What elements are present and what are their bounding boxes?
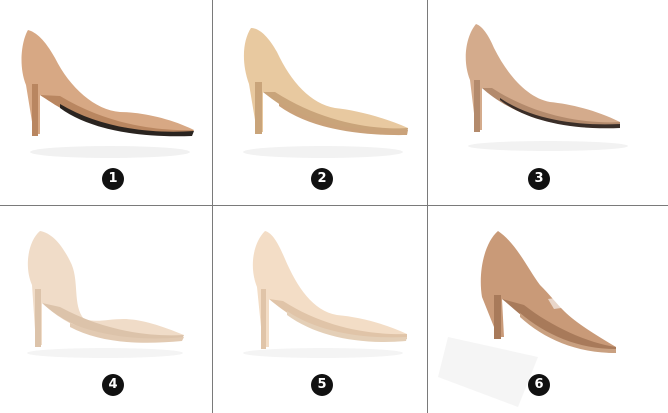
pump-heel-1	[32, 84, 38, 136]
shoe-card-2[interactable]: 2	[213, 0, 427, 205]
pump-heel-6	[494, 295, 501, 339]
grid-divider-vertical-1	[212, 0, 213, 413]
product-number-badge-3: 3	[528, 168, 550, 190]
product-number-badge-6: 6	[528, 374, 550, 396]
product-number-badge-4: 4	[102, 374, 124, 396]
shoe-card-5[interactable]: 5	[213, 207, 427, 413]
grid-divider-vertical-2	[427, 0, 428, 413]
pump-heel-4	[35, 289, 41, 347]
shoe-card-4[interactable]: 4	[0, 207, 212, 413]
grid-divider-horizontal	[0, 205, 668, 206]
pump-heel-5	[261, 289, 266, 349]
product-number-badge-2: 2	[311, 168, 333, 190]
shoe-card-3[interactable]: 3	[428, 0, 668, 205]
pump-heel-2	[255, 82, 262, 134]
product-number-badge-1: 1	[102, 168, 124, 190]
shoe-comparison-grid: 1 2 3 4 5 6	[0, 0, 668, 413]
shoe-card-1[interactable]: 1	[0, 0, 212, 205]
shoe-card-6[interactable]: 6	[428, 207, 668, 413]
pump-heel-3	[474, 80, 480, 132]
product-number-badge-5: 5	[311, 374, 333, 396]
